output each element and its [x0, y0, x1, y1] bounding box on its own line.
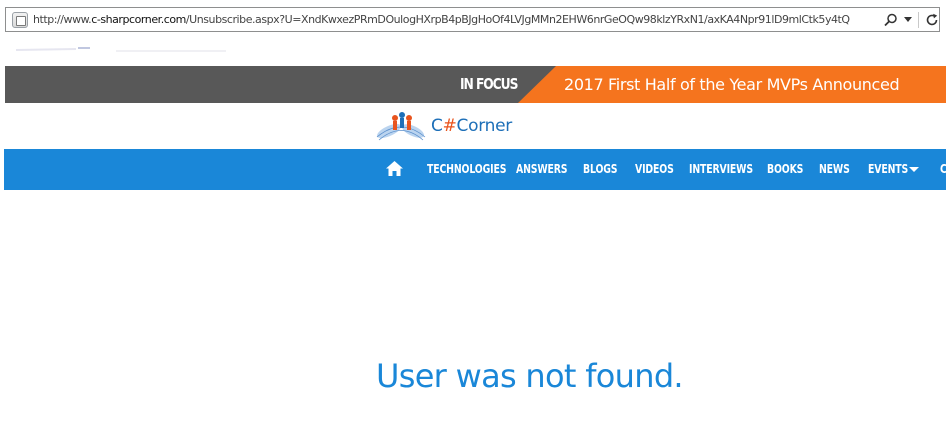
- in-focus-banner: IN FOCUS 2017 First Half of the Year MVP…: [5, 66, 946, 103]
- search-icon[interactable]: [884, 13, 898, 27]
- url-path: /Unsubscribe.aspx?U=XndKwxezPRmDOulogHXr…: [185, 13, 850, 26]
- dropdown-icon[interactable]: [904, 16, 912, 23]
- logo-text: C#Corner: [431, 116, 512, 136]
- url-field[interactable]: http://www.c-sharpcorner.com/Unsubscribe…: [33, 13, 880, 26]
- home-icon[interactable]: [386, 161, 403, 180]
- nav-blogs[interactable]: BLOGS: [583, 149, 618, 190]
- chevron-down-icon[interactable]: [909, 167, 919, 172]
- nav-more-cut[interactable]: C: [940, 149, 946, 190]
- nav-videos[interactable]: VIDEOS: [635, 149, 674, 190]
- focus-headline-link[interactable]: 2017 First Half of the Year MVPs Announc…: [564, 66, 900, 103]
- nav-news[interactable]: NEWS: [819, 149, 850, 190]
- nav-interviews[interactable]: INTERVIEWS: [689, 149, 753, 190]
- address-bar[interactable]: http://www.c-sharpcorner.com/Unsubscribe…: [5, 7, 940, 32]
- logo-icon: [376, 112, 426, 141]
- page-icon: [12, 11, 28, 28]
- url-prefix: http://www.: [32, 13, 92, 26]
- site-logo[interactable]: C#Corner: [375, 106, 512, 146]
- nav-answers[interactable]: ANSWERS: [516, 149, 568, 190]
- in-focus-label: IN FOCUS: [460, 75, 518, 93]
- url-domain: c-sharpcorner.com: [91, 13, 186, 26]
- nav-technologies[interactable]: TECHNOLOGIES: [427, 149, 506, 190]
- nav-books[interactable]: BOOKS: [767, 149, 803, 190]
- address-tools: [884, 11, 939, 28]
- nav-events[interactable]: EVENTS: [868, 149, 908, 190]
- not-found-message: User was not found.: [376, 357, 684, 395]
- refresh-icon[interactable]: [925, 13, 939, 27]
- faint-artifact: [16, 47, 226, 52]
- main-nav: TECHNOLOGIES ANSWERS BLOGS VIDEOS INTERV…: [4, 149, 946, 190]
- toolbar-divider: [918, 11, 919, 28]
